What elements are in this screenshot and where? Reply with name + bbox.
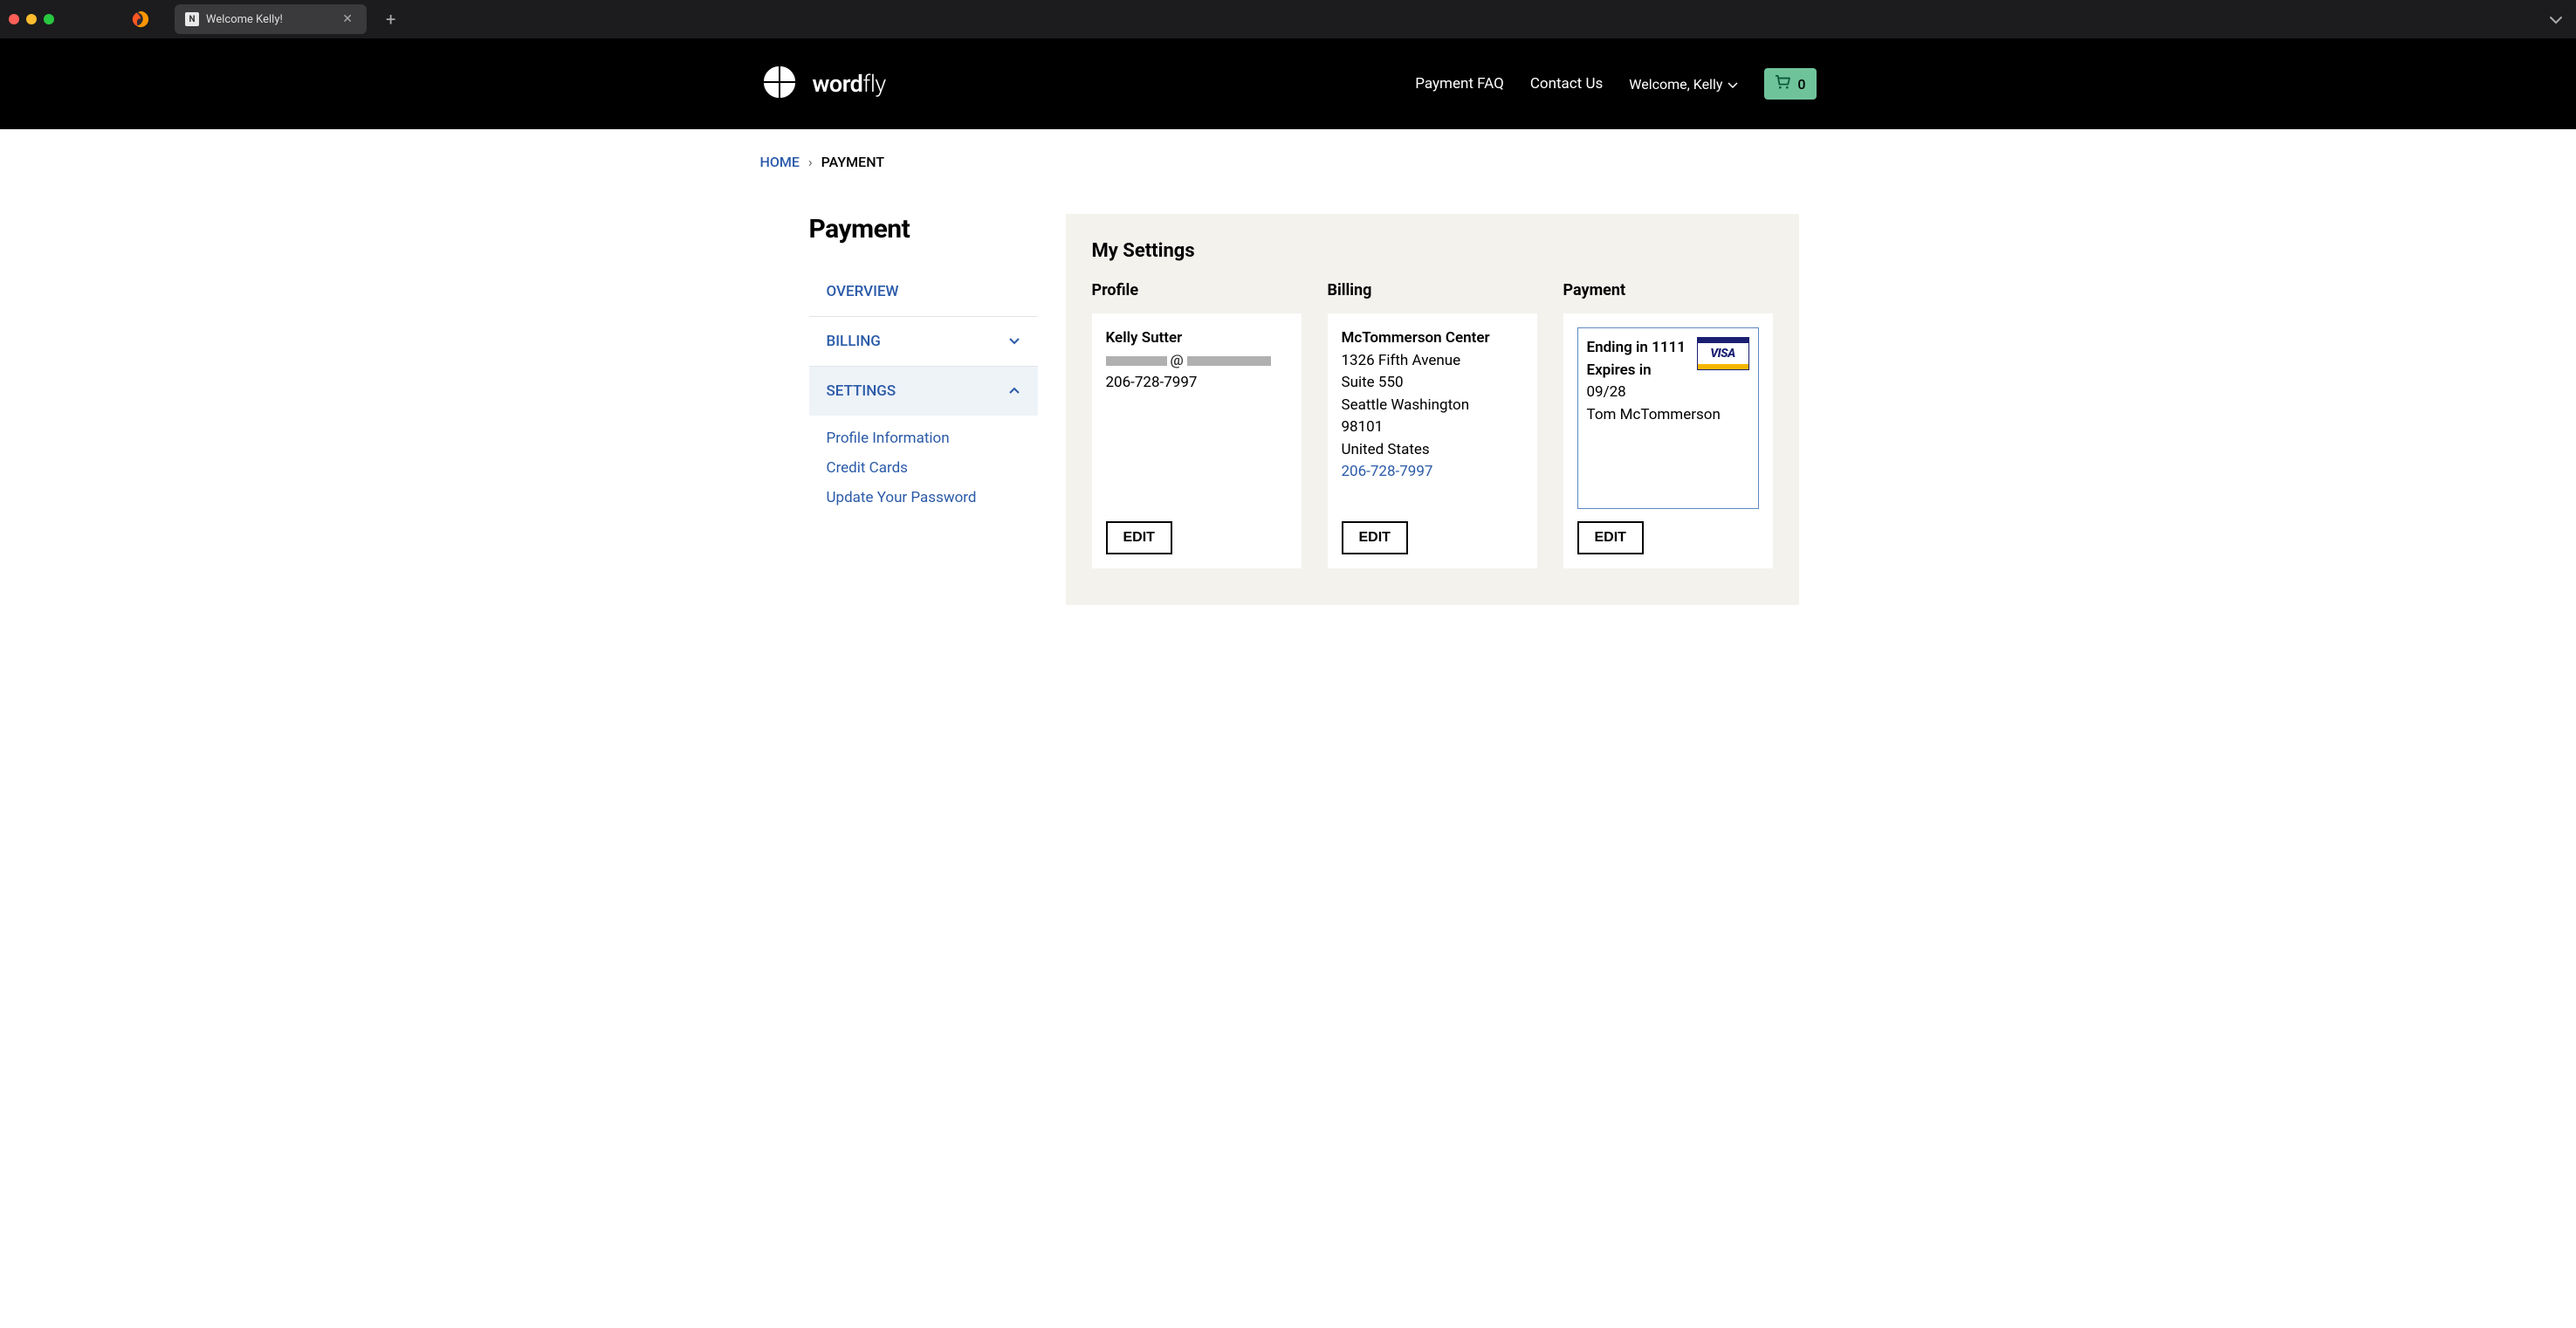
billing-zip: 98101 xyxy=(1342,416,1523,439)
nav-payment-faq[interactable]: Payment FAQ xyxy=(1415,75,1504,93)
window-maximize-dot[interactable] xyxy=(44,14,54,24)
main-nav: Payment FAQ Contact Us Welcome, Kelly 0 xyxy=(1415,68,1816,100)
profile-name: Kelly Sutter xyxy=(1106,327,1288,350)
profile-phone: 206-728-7997 xyxy=(1106,372,1288,395)
cart-icon xyxy=(1775,75,1790,93)
billing-card: McTommerson Center 1326 Fifth Avenue Sui… xyxy=(1328,313,1537,568)
cart-button[interactable]: 0 xyxy=(1764,68,1816,100)
content-area: Payment OVERVIEW BILLING SETTINGS Profil… xyxy=(778,170,1799,640)
new-tab-button[interactable]: + xyxy=(386,9,395,30)
browser-tab[interactable]: N Welcome Kelly! ✕ xyxy=(175,4,367,34)
window-close-dot[interactable] xyxy=(9,14,19,24)
welcome-label: Welcome, Kelly xyxy=(1629,76,1722,93)
billing-phone-link[interactable]: 206-728-7997 xyxy=(1342,463,1433,480)
sidebar-item-label: SETTINGS xyxy=(827,382,896,400)
tabs-dropdown-icon[interactable] xyxy=(2550,11,2562,28)
nav-contact-us[interactable]: Contact Us xyxy=(1530,75,1603,93)
profile-card: Kelly Sutter @ 206-728-7997 EDIT xyxy=(1092,313,1302,568)
cart-count: 0 xyxy=(1797,76,1805,93)
sidebar-sub-credit-cards[interactable]: Credit Cards xyxy=(827,459,1020,477)
site-header: wordfly Payment FAQ Contact Us Welcome, … xyxy=(0,38,2576,129)
card-expires-value: 09/28 xyxy=(1587,382,1749,404)
redacted-domain xyxy=(1187,356,1271,366)
profile-column: Profile Kelly Sutter @ 206-728-7997 EDIT xyxy=(1092,281,1302,568)
firefox-icon xyxy=(131,10,150,29)
breadcrumb-current: PAYMENT xyxy=(821,154,884,170)
tab-title: Welcome Kelly! xyxy=(206,13,332,26)
card-brand-label: VISA xyxy=(1698,343,1748,364)
billing-country: United States xyxy=(1342,439,1523,462)
window-controls xyxy=(9,14,54,24)
logo-text: wordfly xyxy=(813,70,886,98)
billing-line1: 1326 Fifth Avenue xyxy=(1342,350,1523,373)
payment-method-box[interactable]: VISA Ending in 1111 Expires in 09/28 Tom… xyxy=(1577,327,1759,509)
sidebar-item-billing[interactable]: BILLING xyxy=(809,317,1038,367)
sidebar-item-label: OVERVIEW xyxy=(827,283,899,300)
sidebar: Payment OVERVIEW BILLING SETTINGS Profil… xyxy=(809,214,1038,522)
breadcrumb-separator-icon: › xyxy=(808,154,813,170)
sidebar-submenu: Profile Information Credit Cards Update … xyxy=(809,416,1038,522)
breadcrumb-home[interactable]: HOME xyxy=(760,154,800,170)
billing-city-state: Seattle Washington xyxy=(1342,395,1523,417)
page-title: Payment xyxy=(809,214,1038,244)
tab-favicon: N xyxy=(185,12,199,26)
sidebar-item-label: BILLING xyxy=(827,333,881,350)
billing-column: Billing McTommerson Center 1326 Fifth Av… xyxy=(1328,281,1537,568)
chevron-down-icon xyxy=(1728,76,1738,93)
payment-heading: Payment xyxy=(1563,281,1773,299)
billing-org: McTommerson Center xyxy=(1342,327,1523,350)
email-at-symbol: @ xyxy=(1171,352,1184,369)
profile-email-redacted: @ xyxy=(1106,350,1288,373)
visa-card-icon: VISA xyxy=(1697,337,1749,370)
sidebar-item-overview[interactable]: OVERVIEW xyxy=(809,267,1038,317)
payment-column: Payment VISA Ending in 1111 Expires in 0… xyxy=(1563,281,1773,568)
redacted-local-part xyxy=(1106,356,1167,366)
billing-heading: Billing xyxy=(1328,281,1537,299)
chevron-up-icon xyxy=(1008,382,1020,400)
sidebar-item-settings[interactable]: SETTINGS xyxy=(809,367,1038,416)
payment-card: VISA Ending in 1111 Expires in 09/28 Tom… xyxy=(1563,313,1773,568)
window-minimize-dot[interactable] xyxy=(26,14,37,24)
sidebar-sub-update-password[interactable]: Update Your Password xyxy=(827,489,1020,506)
breadcrumb: HOME › PAYMENT xyxy=(760,129,1817,170)
main-panel: My Settings Profile Kelly Sutter @ 206-7… xyxy=(1066,214,1799,605)
settings-grid: Profile Kelly Sutter @ 206-728-7997 EDIT… xyxy=(1092,281,1773,568)
user-menu[interactable]: Welcome, Kelly xyxy=(1629,76,1738,93)
browser-chrome: N Welcome Kelly! ✕ + xyxy=(0,0,2576,38)
sidebar-sub-profile-info[interactable]: Profile Information xyxy=(827,430,1020,447)
edit-payment-button[interactable]: EDIT xyxy=(1577,521,1644,554)
logo-mark-icon xyxy=(760,63,799,105)
panel-heading: My Settings xyxy=(1092,240,1773,262)
profile-heading: Profile xyxy=(1092,281,1302,299)
edit-billing-button[interactable]: EDIT xyxy=(1342,521,1408,554)
chevron-down-icon xyxy=(1008,333,1020,350)
brand-logo[interactable]: wordfly xyxy=(760,63,886,105)
billing-line2: Suite 550 xyxy=(1342,372,1523,395)
cardholder-name: Tom McTommerson xyxy=(1587,404,1749,427)
tab-close-icon[interactable]: ✕ xyxy=(339,10,356,28)
edit-profile-button[interactable]: EDIT xyxy=(1106,521,1172,554)
